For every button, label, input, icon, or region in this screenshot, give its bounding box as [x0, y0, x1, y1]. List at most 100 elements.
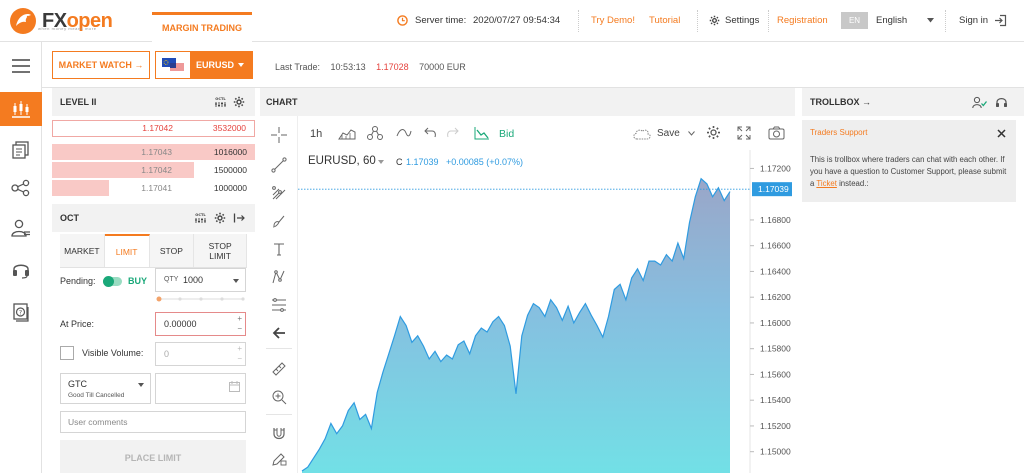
- tif-value: GTC: [68, 379, 87, 389]
- back-tool[interactable]: [268, 322, 290, 344]
- price-chart[interactable]: 1.17200 1.16800 1.16600 1.16400 1.16200 1.160…: [298, 150, 795, 473]
- headset-icon: [13, 264, 29, 279]
- symbol-selector[interactable]: EURUSD: [155, 51, 253, 79]
- pending-label: Pending:: [60, 276, 96, 286]
- tab-limit[interactable]: LIMIT: [104, 234, 150, 267]
- nav-portfolio[interactable]: [0, 134, 42, 166]
- orderbook-row[interactable]: 1.17042 3532000: [52, 120, 255, 137]
- save-button[interactable]: Save: [657, 128, 680, 139]
- settings-link[interactable]: Settings: [725, 15, 759, 26]
- comments-placeholder: User comments: [68, 417, 128, 427]
- menu-toggle[interactable]: [0, 50, 42, 82]
- card-title: Traders Support: [810, 128, 868, 137]
- caret-down-icon[interactable]: [927, 18, 934, 23]
- at-price-value: 0.00000: [164, 319, 197, 329]
- qty-slider[interactable]: [155, 295, 246, 303]
- side-buy-label: BUY: [128, 276, 148, 286]
- bid-line-icon[interactable]: [474, 126, 490, 140]
- sign-in-icon[interactable]: [994, 14, 1007, 27]
- nav-network[interactable]: [0, 172, 42, 204]
- visible-volume-input[interactable]: 0 + −: [155, 342, 246, 366]
- ticket-link[interactable]: Ticket: [816, 179, 837, 188]
- pattern-tool[interactable]: [268, 266, 290, 288]
- crosshair-tool[interactable]: [268, 124, 290, 146]
- orderbook-price: 1.17042: [141, 165, 172, 175]
- orderbook-volume: 1000000: [213, 183, 247, 193]
- chart-settings-gear-icon[interactable]: [706, 125, 721, 140]
- fib-tool[interactable]: [268, 294, 290, 316]
- card-message-tail: instead.:: [839, 179, 869, 188]
- registration-link[interactable]: Registration: [777, 15, 828, 26]
- lock-drawing-tool[interactable]: [268, 448, 290, 470]
- close-icon[interactable]: [997, 129, 1006, 138]
- top-bar: FXopen when money means more MARGIN TRAD…: [0, 0, 1024, 42]
- compare-icon[interactable]: [396, 128, 412, 138]
- detach-icon[interactable]: [233, 212, 245, 224]
- nav-support[interactable]: [0, 254, 42, 286]
- visible-volume-checkbox[interactable]: [60, 346, 74, 360]
- trendline-tool[interactable]: [268, 154, 290, 176]
- tutorial-link[interactable]: Tutorial: [649, 15, 680, 26]
- chart-panel: CHART 1h Bid Save EURUSD, 60 C 1.17039 +…: [260, 88, 795, 473]
- gear-icon[interactable]: [214, 212, 226, 224]
- expiry-date-input[interactable]: [155, 373, 246, 404]
- pitchfork-tool[interactable]: [268, 182, 290, 204]
- candlestick-icon: [12, 101, 30, 118]
- nav-account[interactable]: [0, 212, 42, 244]
- trollbox-title[interactable]: TROLLBOX →: [810, 97, 871, 107]
- chevron-down-icon[interactable]: [688, 131, 695, 136]
- ruler-tool[interactable]: [268, 358, 290, 380]
- orderbook-price: 1.17041: [141, 183, 172, 193]
- cloud-icon[interactable]: [632, 128, 652, 140]
- redo-icon[interactable]: [446, 127, 459, 138]
- user-settings-icon: [11, 219, 30, 237]
- camera-icon[interactable]: [768, 126, 785, 140]
- interval-selector[interactable]: 1h: [310, 128, 322, 140]
- time-in-force-select[interactable]: GTC Good Till Cancelled: [60, 373, 151, 404]
- nav-help[interactable]: ?: [0, 296, 42, 328]
- orderbook-row[interactable]: 1.17042 1500000: [52, 162, 255, 178]
- tab-stop[interactable]: STOP: [149, 234, 195, 267]
- undo-icon[interactable]: [424, 127, 437, 138]
- ruler-icon: [272, 362, 286, 376]
- place-limit-button[interactable]: PLACE LIMIT: [60, 440, 246, 473]
- qty-select[interactable]: QTY 1000: [155, 268, 246, 292]
- try-demo-link[interactable]: Try Demo!: [591, 15, 635, 26]
- tab-margin-trading[interactable]: MARGIN TRADING: [152, 12, 252, 42]
- at-price-input[interactable]: 0.00000 + −: [155, 312, 246, 336]
- pattern-icon: [272, 270, 285, 284]
- orderbook-row[interactable]: 1.17041 1000000: [52, 180, 255, 196]
- tab-market[interactable]: MARKET: [60, 234, 105, 267]
- area-chart-type-icon[interactable]: [338, 126, 356, 140]
- symbol-name: EURUSD: [190, 52, 252, 78]
- user-comments-input[interactable]: User comments: [60, 411, 246, 433]
- magnet-tool[interactable]: [268, 422, 290, 444]
- fullscreen-icon[interactable]: [737, 126, 751, 140]
- oct-depth-icon[interactable]: OCTL: [194, 212, 207, 224]
- indicators-icon[interactable]: [366, 125, 384, 141]
- text-tool[interactable]: [268, 238, 290, 260]
- market-watch-button[interactable]: MARKET WATCH →: [52, 51, 150, 79]
- orderbook-row[interactable]: 1.17043 1016000: [52, 144, 255, 160]
- price-axis-tick: 1.15400: [760, 395, 791, 405]
- gear-icon[interactable]: [709, 15, 720, 26]
- oct-depth-icon[interactable]: OCTL: [214, 96, 227, 108]
- language-code-badge[interactable]: EN: [841, 12, 868, 29]
- headset-icon[interactable]: [995, 96, 1008, 109]
- fxopen-logo[interactable]: FXopen: [8, 6, 113, 36]
- language-select[interactable]: English: [876, 15, 907, 26]
- nav-trading[interactable]: [0, 92, 42, 126]
- volume-stepper[interactable]: + −: [237, 344, 242, 364]
- sign-in-link[interactable]: Sign in: [959, 15, 988, 26]
- caret-down-icon: [138, 383, 144, 387]
- brush-tool[interactable]: [268, 210, 290, 232]
- gear-icon[interactable]: [233, 96, 245, 108]
- price-stepper[interactable]: + −: [237, 314, 242, 334]
- zoom-tool[interactable]: [268, 386, 290, 408]
- zoom-in-icon: [272, 390, 287, 405]
- pending-toggle[interactable]: [103, 276, 122, 287]
- user-check-icon[interactable]: [972, 96, 987, 109]
- tab-stop-limit[interactable]: STOP LIMIT: [194, 234, 247, 267]
- price-axis-tick: 1.16200: [760, 292, 791, 302]
- price-side-label[interactable]: Bid: [499, 128, 514, 140]
